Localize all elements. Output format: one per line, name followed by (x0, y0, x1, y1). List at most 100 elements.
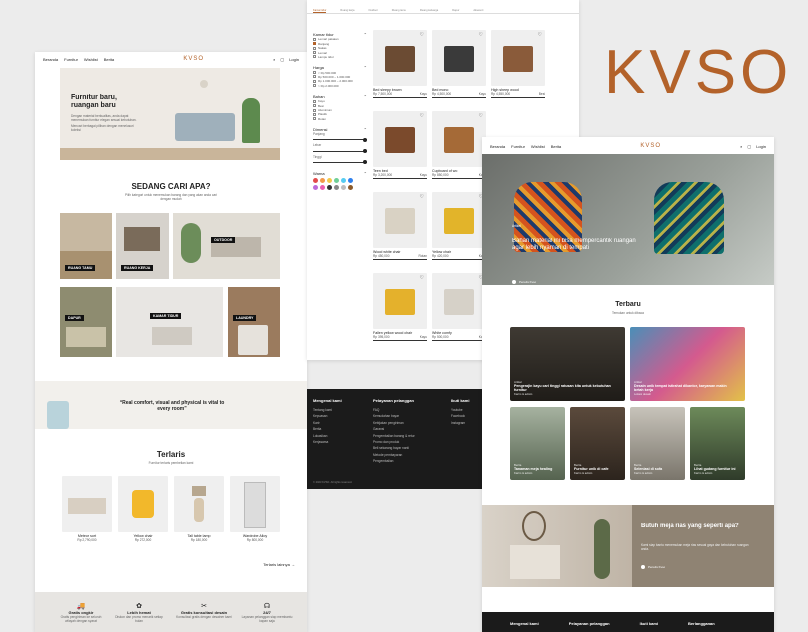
product-card[interactable]: ♡White comfyRp 500,000Kayu (432, 273, 486, 341)
product-card[interactable]: ♡ Teen bed Rp 3,200,000 Kayu (373, 111, 427, 179)
product-price: Rp 4,500,000 (432, 92, 452, 96)
blog-footer: Mengenal kami Pelayanan pelanggan Ikuti … (482, 612, 774, 632)
color-swatch[interactable] (313, 184, 318, 190)
chevron-up-icon: ⌃ (363, 93, 367, 99)
nav-link-wishlist[interactable]: Wishlist (531, 144, 545, 149)
product-card[interactable]: ♡Cupboard of woRp 850,000Kayu (432, 111, 486, 179)
article-card-large[interactable]: Artikel Desain unik tempat istirahat dika… (630, 327, 745, 401)
cart-icon[interactable]: ▢ (280, 57, 284, 62)
heart-icon[interactable]: ♡ (479, 32, 483, 38)
product-card[interactable]: ♡ Bed sleepy brown Rp 7,500,000 Kayu (373, 30, 427, 98)
color-swatch[interactable] (334, 177, 339, 183)
login-link[interactable]: Login (289, 57, 299, 62)
nav-link-berita[interactable]: Berita (104, 57, 114, 62)
feature-text: Diskon dan promo menarik setiap bulan (115, 615, 163, 624)
product-card[interactable]: ♡ Bed mono Rp 4,500,000 Kayu (432, 30, 486, 98)
footer-link[interactable]: Instagram (451, 420, 481, 426)
bestseller-item[interactable]: Tall table lamp Rp 180,000 (174, 476, 224, 542)
hero-text-2: Mencari berbagai pilihan dengan menelusu… (71, 124, 134, 133)
width-slider[interactable] (313, 149, 367, 154)
section-subtitle: Temukan untuk dibaca (612, 311, 644, 315)
filter-group-warna[interactable]: Warna ⌃ (313, 171, 367, 176)
tab-outdoor[interactable]: Outdoor (368, 9, 377, 13)
article-card-small[interactable]: Berita Lihat gudang furnitur ini Karim & a… (690, 407, 745, 480)
article-card-small[interactable]: Berita Seleniasi di sofa Karim & admin (630, 407, 685, 480)
search-icon[interactable]: ⌕ (740, 144, 742, 149)
filter-checkbox[interactable]: Rotan (313, 117, 367, 121)
heart-icon[interactable]: ♡ (420, 275, 424, 281)
room-tile-laundry[interactable]: LAUNDRY (228, 287, 280, 357)
hero-author: Penulis Kvso (512, 280, 536, 284)
article-card-large[interactable]: Artikel Pengerajin kayu cari tinggi ratus… (510, 327, 625, 401)
product-image (118, 476, 168, 532)
nav-logo[interactable]: KVSO (561, 143, 740, 149)
product-card[interactable]: ♡ Fallen yellow wood chair Rp 395,000 Kayu (373, 273, 427, 341)
search-icon[interactable]: ⌕ (273, 57, 275, 62)
color-swatch[interactable] (327, 177, 332, 183)
article-meta: Lokasi desain (634, 391, 652, 396)
nav-link-beranda[interactable]: Beranda (43, 57, 58, 62)
heart-icon[interactable]: ♡ (420, 32, 424, 38)
footer-heading: Ikuti kami (451, 398, 470, 403)
heart-icon[interactable]: ♡ (538, 32, 542, 38)
length-slider[interactable] (313, 137, 367, 142)
bestseller-item[interactable]: Wardrobe Alloy Rp 800,000 (230, 476, 280, 542)
color-swatch[interactable] (320, 177, 325, 183)
bestseller-item[interactable]: Yellow chair Rp 272,000 (118, 476, 168, 542)
heart-icon[interactable]: ♡ (420, 113, 424, 119)
nav-link-berita[interactable]: Berita (551, 144, 561, 149)
hero-tag: Artikel (512, 224, 521, 228)
color-swatch[interactable] (348, 184, 353, 190)
filter-checkbox[interactable]: > Rp 2.000.000 (313, 84, 367, 88)
heart-icon[interactable]: ♡ (479, 113, 483, 119)
product-card[interactable]: ♡ High sheep wood Rp 4,550,000 Besi (491, 30, 545, 98)
quote-chair-image (47, 401, 69, 429)
login-link[interactable]: Login (756, 144, 766, 149)
room-tile-dapur[interactable]: DAPUR (60, 287, 112, 357)
see-more-bestsellers-link[interactable]: Terlaris lainnya → (235, 562, 295, 567)
product-image: ♡ (432, 30, 486, 86)
tab-ruang-tamu[interactable]: Ruang tamu (392, 9, 406, 13)
promo-banner[interactable]: Butuh meja rias yang seperti apa? Kami s… (482, 505, 774, 587)
nav-link-beranda[interactable]: Beranda (490, 144, 505, 149)
nav-link-wishlist[interactable]: Wishlist (84, 57, 98, 62)
footer-heading: Pelayanan pelanggan (568, 621, 610, 626)
footer-heading: Mengenal kami (313, 398, 342, 403)
color-swatch[interactable] (334, 184, 339, 190)
room-tile-ruang-tamu[interactable]: RUANG TAMU (60, 213, 112, 279)
room-tile-kamar-tidur[interactable]: KAMAR TIDUR (116, 287, 223, 357)
color-swatch[interactable] (320, 184, 325, 190)
tab-ruang-keluarga[interactable]: Ruang keluarga (420, 9, 438, 13)
product-card[interactable]: ♡ Wood white chair Rp 450,000 Rotan (373, 192, 427, 260)
nav-link-furnitur[interactable]: Furnitur (511, 144, 525, 149)
filter-checkbox[interactable]: Lampu tidur (313, 55, 367, 59)
product-image: ♡ (373, 30, 427, 86)
tab-dapur[interactable]: Dapur (452, 9, 459, 13)
tab-aksesori[interactable]: Aksesori (473, 9, 483, 13)
footer-link[interactable]: Pengembalian (373, 458, 443, 464)
color-swatch[interactable] (341, 184, 346, 190)
nav-logo[interactable]: KVSO (114, 56, 273, 62)
tab-ruang-kerja[interactable]: Ruang kerja (340, 9, 354, 13)
hero-sofa-image (175, 113, 235, 141)
bestseller-item[interactable]: Meteor sort Rp 2,790,000 (62, 476, 112, 542)
heart-icon[interactable]: ♡ (420, 194, 424, 200)
article-card-small[interactable]: Berita Tanaman meja healing Karim & admin (510, 407, 565, 480)
product-material: Kayu (419, 92, 427, 96)
product-card[interactable]: ♡Yellow chairRp 420,000Kayu (432, 192, 486, 260)
color-swatch[interactable] (348, 177, 353, 183)
article-card-small[interactable]: Berita Furnitur unik di cafe Karim & admin (570, 407, 625, 480)
color-swatch[interactable] (341, 177, 346, 183)
footer-link[interactable]: Kerjasama (313, 439, 368, 445)
blog-hero[interactable]: Artikel Bahan material ini bisa memperca… (482, 154, 774, 285)
product-price: Rp 500,000 (432, 335, 449, 339)
cart-icon[interactable]: ▢ (747, 144, 751, 149)
color-swatch[interactable] (313, 177, 318, 183)
nav-link-furnitur[interactable]: Furnitur (64, 57, 78, 62)
height-slider[interactable] (313, 160, 367, 165)
tab-kamar-tidur[interactable]: Kamar tidur (313, 9, 327, 13)
room-tile-ruang-kerja[interactable]: RUANG KERJA (116, 213, 169, 279)
room-tile-outdoor[interactable]: OUTDOOR (173, 213, 280, 279)
hero-lamp-image (200, 80, 208, 88)
color-swatch[interactable] (327, 184, 332, 190)
